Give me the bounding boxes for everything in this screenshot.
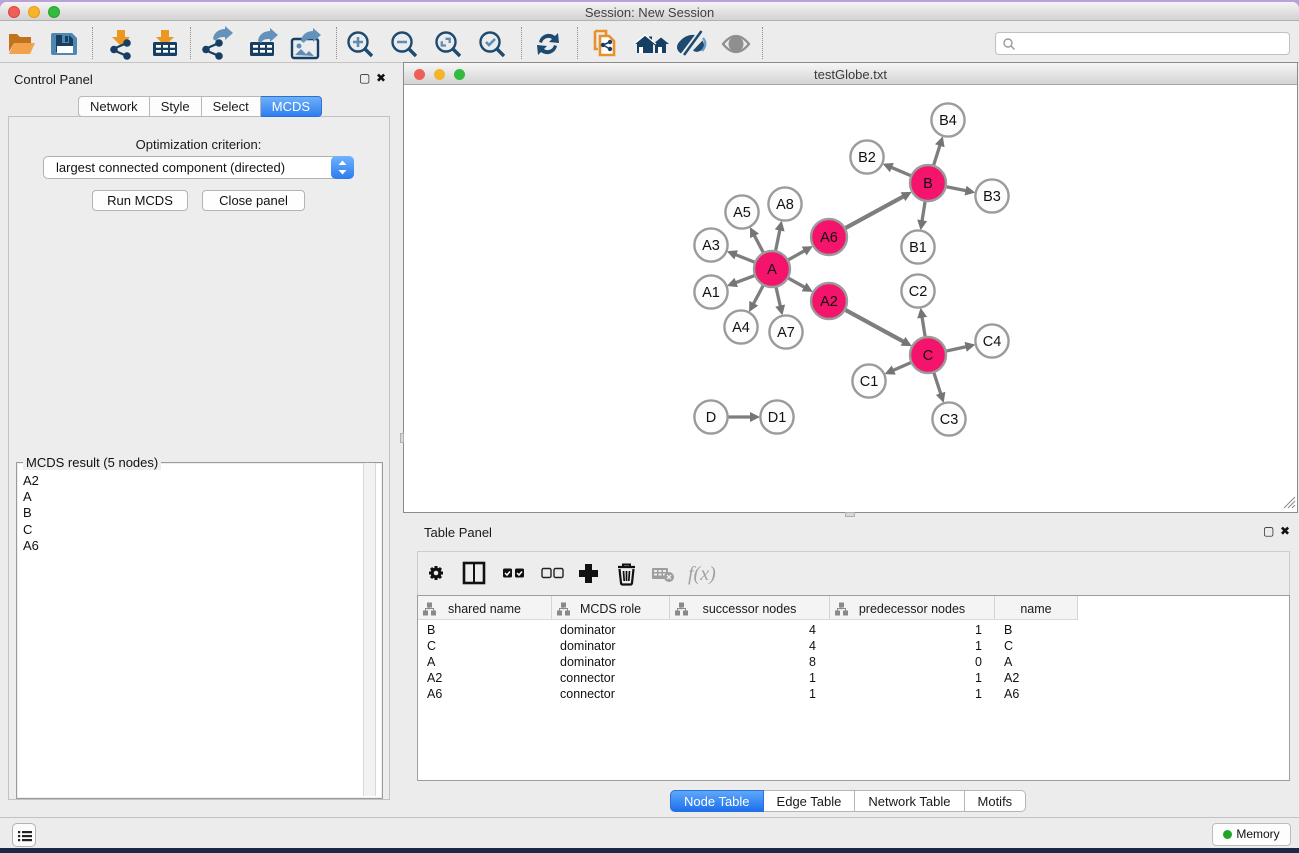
svg-text:A8: A8 <box>776 197 794 213</box>
svg-text:C2: C2 <box>909 284 928 300</box>
svg-text:B: B <box>923 176 933 192</box>
svg-text:C1: C1 <box>860 374 879 390</box>
svg-text:B3: B3 <box>983 189 1001 205</box>
svg-text:B1: B1 <box>909 240 927 256</box>
svg-text:D1: D1 <box>768 410 787 426</box>
svg-text:D: D <box>706 410 716 426</box>
svg-text:C: C <box>923 348 933 364</box>
svg-text:A4: A4 <box>732 320 750 336</box>
svg-text:A2: A2 <box>820 294 838 310</box>
svg-text:B2: B2 <box>858 150 876 166</box>
svg-text:A: A <box>767 262 777 278</box>
svg-text:A7: A7 <box>777 325 795 341</box>
svg-text:A1: A1 <box>702 285 720 301</box>
svg-text:C3: C3 <box>940 412 959 428</box>
svg-text:B4: B4 <box>939 113 957 129</box>
svg-text:A5: A5 <box>733 205 751 221</box>
svg-text:A3: A3 <box>702 238 720 254</box>
svg-text:f(x): f(x) <box>688 563 716 585</box>
svg-text:A6: A6 <box>820 230 838 246</box>
svg-text:C4: C4 <box>983 334 1002 350</box>
